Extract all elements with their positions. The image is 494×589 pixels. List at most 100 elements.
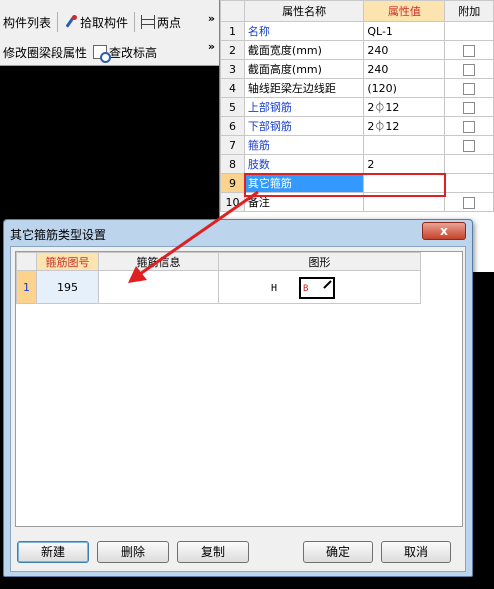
extra-cell: [444, 59, 494, 79]
modify-ring-beam-button[interactable]: 修改圈梁段属性: [0, 41, 90, 63]
pick-component-button[interactable]: 拾取构件: [61, 11, 131, 33]
property-value[interactable]: QL-1: [363, 21, 446, 41]
property-value[interactable]: [363, 135, 446, 155]
property-value[interactable]: 2⏀12: [363, 97, 446, 117]
property-name[interactable]: 轴线距梁左边线距: [243, 78, 365, 98]
two-points-label: 两点: [157, 15, 182, 30]
extra-checkbox[interactable]: [463, 196, 476, 209]
header-stirrup-shape[interactable]: 图形: [218, 252, 421, 271]
row-number: 2: [220, 40, 245, 60]
header-stirrup-code[interactable]: 箍筋图号: [36, 252, 99, 271]
table-row[interactable]: 7 箍筋: [220, 135, 494, 155]
extra-checkbox[interactable]: [463, 44, 476, 57]
table-row[interactable]: 6 下部钢筋 2⏀12: [220, 116, 494, 136]
header-extra[interactable]: 附加: [444, 0, 494, 22]
stirrup-type-dialog: 其它箍筋类型设置 x 箍筋图号 箍筋信息 图形 1 195 H B 新建 删除 …: [3, 219, 473, 577]
header-property-value[interactable]: 属性值: [363, 0, 446, 22]
close-button[interactable]: x: [422, 222, 466, 240]
modify-ring-beam-label: 修改圈梁段属性: [3, 45, 88, 60]
row-number: 3: [220, 59, 245, 79]
row-number: 8: [220, 154, 245, 174]
toolbar-separator: [134, 12, 136, 32]
pick-component-label: 拾取构件: [80, 15, 129, 30]
property-value[interactable]: 2⏀12: [363, 116, 446, 136]
dialog-body: 箍筋图号 箍筋信息 图形 1 195 H B 新建 删除 复制 确定 取消: [10, 246, 466, 572]
delete-button[interactable]: 删除: [97, 541, 169, 563]
extra-checkbox[interactable]: [463, 101, 476, 114]
property-table: 属性名称 属性值 附加 1 名称 QL-1 2 截面宽度(mm) 240 3 截…: [220, 0, 494, 212]
row-number: 9: [220, 173, 245, 193]
two-points-icon: [141, 15, 156, 29]
toolbar-separator: [57, 12, 59, 32]
toolbar-row-2: 修改圈梁段属性 查改标高: [0, 40, 160, 64]
table-row-selected[interactable]: 9 其它箍筋: [220, 173, 494, 193]
property-name[interactable]: 其它箍筋: [243, 173, 365, 193]
query-annotation-label: 查改标高: [109, 45, 158, 60]
table-row[interactable]: 8 肢数 2: [220, 154, 494, 174]
table-row[interactable]: 2 截面宽度(mm) 240: [220, 40, 494, 60]
table-row[interactable]: 3 截面高度(mm) 240: [220, 59, 494, 79]
extra-checkbox[interactable]: [463, 63, 476, 76]
component-list-label: 构件列表: [3, 15, 52, 30]
two-points-button[interactable]: 两点: [138, 11, 184, 33]
property-name[interactable]: 箍筋: [243, 135, 365, 155]
property-name[interactable]: 肢数: [243, 154, 365, 174]
stirrup-table: 箍筋图号 箍筋信息 图形 1 195 H B: [16, 252, 421, 304]
query-annotation-button[interactable]: 查改标高: [90, 41, 160, 63]
row-number: 1: [220, 21, 245, 41]
extra-checkbox[interactable]: [463, 120, 476, 133]
header-property-name[interactable]: 属性名称: [243, 0, 365, 22]
row-number: 4: [220, 78, 245, 98]
dialog-title: 其它箍筋类型设置: [10, 228, 107, 242]
property-name[interactable]: 备注: [243, 192, 365, 212]
row-number: 1: [16, 270, 37, 304]
header-corner: [220, 0, 245, 22]
table-row[interactable]: 4 轴线距梁左边线距 (120): [220, 78, 494, 98]
cancel-button[interactable]: 取消: [381, 541, 451, 563]
shape-b-label: B: [303, 284, 309, 294]
extra-checkbox[interactable]: [463, 139, 476, 152]
property-name[interactable]: 名称: [243, 21, 365, 41]
stirrup-shape-cell[interactable]: H B: [218, 270, 421, 304]
property-value[interactable]: 2: [363, 154, 446, 174]
extra-cell: [444, 97, 494, 117]
stirrup-info-cell[interactable]: [98, 270, 219, 304]
row-number: 6: [220, 116, 245, 136]
extra-checkbox[interactable]: [463, 82, 476, 95]
row-number: 5: [220, 97, 245, 117]
extra-cell: [444, 154, 494, 174]
property-value[interactable]: 240: [363, 59, 446, 79]
stirrup-code-cell[interactable]: 195: [36, 270, 99, 304]
extra-cell: [444, 116, 494, 136]
property-value[interactable]: (120): [363, 78, 446, 98]
table-row[interactable]: 10 备注: [220, 192, 494, 212]
row-number: 10: [220, 192, 245, 212]
extra-cell: [444, 21, 494, 41]
table-row[interactable]: 1 名称 QL-1: [220, 21, 494, 41]
component-list-button[interactable]: 构件列表: [0, 11, 54, 33]
query-icon: [93, 45, 112, 63]
table-row[interactable]: 5 上部钢筋 2⏀12: [220, 97, 494, 117]
toolbar-overflow-button-2[interactable]: »: [208, 40, 215, 53]
extra-cell: [444, 192, 494, 212]
ok-button[interactable]: 确定: [303, 541, 373, 563]
property-name[interactable]: 下部钢筋: [243, 116, 365, 136]
property-value[interactable]: [363, 173, 446, 193]
property-name[interactable]: 截面宽度(mm): [243, 40, 365, 60]
new-button[interactable]: 新建: [17, 541, 89, 563]
property-value[interactable]: [363, 192, 446, 212]
stirrup-table-header: 箍筋图号 箍筋信息 图形: [16, 252, 421, 271]
copy-button[interactable]: 复制: [177, 541, 249, 563]
extra-cell: [444, 40, 494, 60]
property-value[interactable]: 240: [363, 40, 446, 60]
header-stirrup-info[interactable]: 箍筋信息: [98, 252, 219, 271]
pick-icon: [64, 15, 78, 29]
table-row[interactable]: 1 195 H B: [16, 270, 421, 304]
toolbar-row-1: 构件列表 拾取构件 两点: [0, 10, 184, 34]
property-name[interactable]: 截面高度(mm): [243, 59, 365, 79]
close-icon: x: [440, 224, 448, 238]
toolbar: 构件列表 拾取构件 两点 » 修改圈梁段属性 查改标高 »: [0, 0, 219, 66]
toolbar-overflow-button-1[interactable]: »: [208, 12, 215, 25]
extra-cell: [444, 135, 494, 155]
property-name[interactable]: 上部钢筋: [243, 97, 365, 117]
